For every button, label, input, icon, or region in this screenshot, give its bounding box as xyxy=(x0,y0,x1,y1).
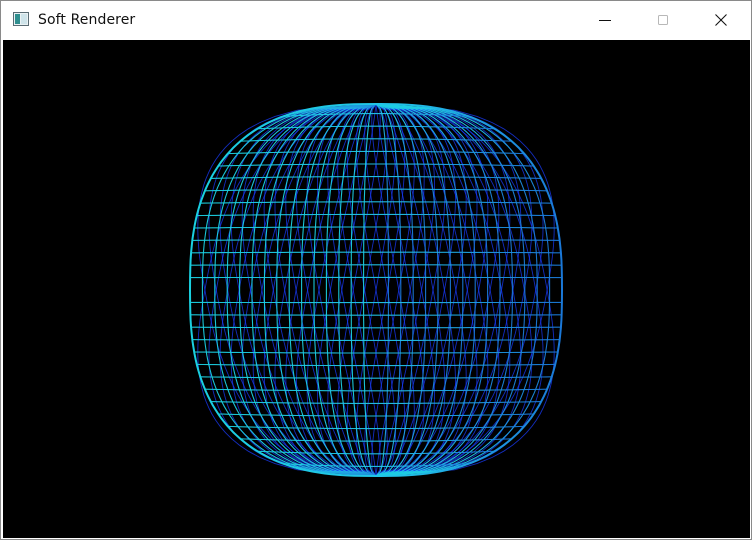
title-bar[interactable]: Soft Renderer xyxy=(1,1,751,39)
maximize-button[interactable] xyxy=(634,1,692,39)
minimize-icon xyxy=(599,20,611,21)
close-button[interactable] xyxy=(692,1,750,39)
render-viewport[interactable] xyxy=(3,40,750,538)
close-icon xyxy=(715,14,727,26)
wireframe-sphere xyxy=(188,102,564,478)
parallel-line xyxy=(191,251,561,254)
window-title: Soft Renderer xyxy=(38,12,136,28)
minimize-button[interactable] xyxy=(576,1,634,39)
parallel-line xyxy=(191,326,561,329)
app-window-icon xyxy=(13,12,29,26)
maximize-icon xyxy=(658,15,668,25)
app-window: Soft Renderer xyxy=(0,0,752,540)
